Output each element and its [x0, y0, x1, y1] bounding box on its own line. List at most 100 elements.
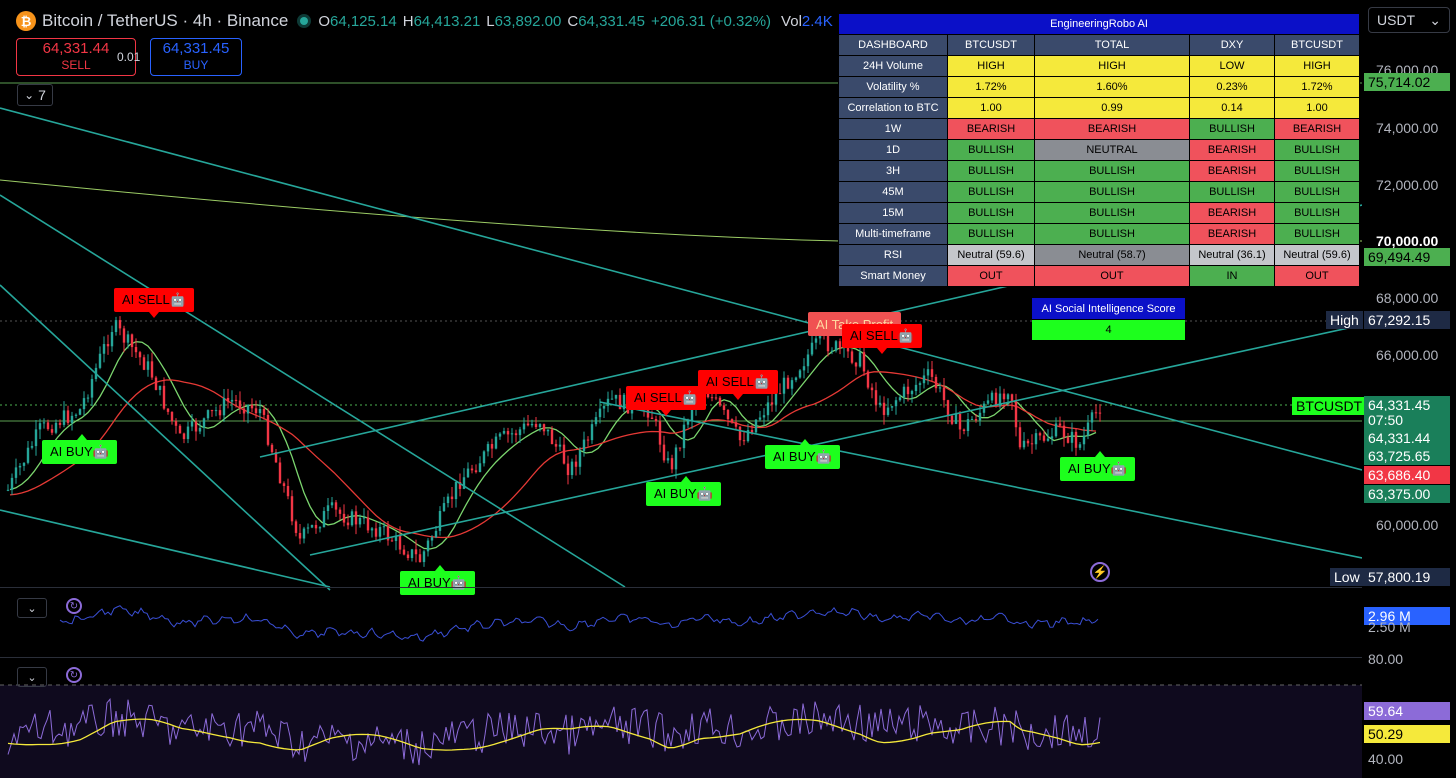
ai-buy-signal[interactable]: AI BUY🤖: [400, 571, 475, 595]
candle-body: [1078, 444, 1082, 448]
candle-body: [678, 447, 682, 449]
candle-body: [586, 439, 590, 441]
dashboard-row: Correlation to BTC 1.00 0.99 0.14 1.00: [838, 97, 1360, 119]
candle-body: [850, 351, 854, 363]
price-tick-label: 60,000.00: [1376, 517, 1439, 533]
candle-body: [22, 462, 26, 466]
candle-body: [578, 450, 582, 467]
dashboard-row: 24H Volume HIGH HIGH LOW HIGH: [838, 55, 1360, 77]
signal-pointer-icon: [877, 348, 887, 354]
dashboard-cell: BULLISH: [947, 181, 1035, 203]
candle-body: [926, 369, 930, 376]
dashboard-row: RSI Neutral (59.6) Neutral (58.7) Neutral (…: [838, 244, 1360, 266]
candle-body: [410, 549, 414, 558]
dashboard-cell: HIGH: [1034, 55, 1190, 77]
candle-body: [666, 458, 670, 461]
dashboard-cell: 1.00: [1274, 97, 1360, 119]
candle-body: [1010, 394, 1014, 402]
ai-sell-signal[interactable]: AI SELL🤖: [698, 370, 778, 394]
high-price-label: 67,292.15: [1364, 311, 1450, 329]
dashboard-header-cell: BTCUSDT: [947, 34, 1035, 56]
candle-body: [166, 408, 170, 412]
dashboard-row: 3H BULLISH BULLISH BEARISH BULLISH: [838, 160, 1360, 182]
candle-body: [150, 361, 154, 378]
candle-body: [602, 405, 606, 409]
candle-body: [754, 419, 758, 433]
dashboard-cell: OUT: [1034, 265, 1190, 287]
candle-body: [582, 439, 586, 451]
dashboard-row-label: 3H: [838, 160, 948, 182]
candle-body: [814, 338, 818, 343]
candle-body: [442, 503, 446, 512]
candle-body: [958, 413, 962, 430]
candle-body: [614, 394, 618, 399]
trendline: [0, 284, 331, 591]
candle-body: [242, 408, 246, 414]
ai-buy-signal[interactable]: AI BUY🤖: [42, 440, 117, 464]
dashboard-cell: LOW: [1189, 55, 1275, 77]
pane-divider[interactable]: [0, 657, 1362, 658]
dashboard-row: Smart Money OUT OUT IN OUT: [838, 265, 1360, 287]
candle-body: [370, 528, 374, 531]
candle-body: [734, 422, 738, 427]
trendline: [309, 324, 1362, 556]
symbol-tag: BTCUSDT: [1292, 397, 1367, 415]
pane-divider[interactable]: [0, 587, 1362, 588]
candle-body: [890, 406, 894, 408]
ai-buy-signal[interactable]: AI BUY🤖: [646, 482, 721, 506]
chevron-down-icon: ⌄: [1429, 11, 1441, 28]
candle-body: [1034, 433, 1038, 445]
ai-sell-signal[interactable]: AI SELL🤖: [114, 288, 194, 312]
chevron-down-icon: ⌄: [27, 671, 37, 684]
ai-sell-signal[interactable]: AI SELL🤖: [842, 324, 922, 348]
dashboard-cell: BULLISH: [947, 202, 1035, 224]
dashboard-cell: Neutral (59.6): [947, 244, 1035, 266]
lightning-icon[interactable]: ⚡: [1090, 562, 1110, 582]
candle-body: [10, 477, 14, 490]
refresh-icon[interactable]: ↻: [66, 598, 82, 614]
rsi-ma-value-label: 50.29: [1364, 725, 1450, 743]
candle-body: [170, 411, 174, 422]
candle-body: [26, 447, 30, 463]
candle-body: [14, 467, 18, 478]
candle-body: [930, 369, 934, 377]
candle-body: [230, 399, 234, 402]
candle-body: [390, 540, 394, 542]
candle-body: [794, 377, 798, 381]
rsi-pane-toggle[interactable]: ⌄: [17, 667, 47, 687]
dashboard-row-label: 45M: [838, 181, 948, 203]
candle-body: [526, 423, 530, 426]
dashboard-cell: BULLISH: [1274, 160, 1360, 182]
currency-select[interactable]: USDT ⌄: [1368, 7, 1450, 33]
candle-body: [1074, 431, 1078, 448]
candle-body: [986, 400, 990, 404]
dashboard-title: EngineeringRobo AI: [838, 13, 1360, 35]
ai-buy-signal[interactable]: AI BUY🤖: [765, 445, 840, 469]
volume-pane-toggle[interactable]: ⌄: [17, 598, 47, 618]
trendline: [0, 509, 331, 588]
candle-body: [554, 444, 558, 447]
ma-mid-price-label: 69,494.49: [1364, 248, 1450, 266]
candle-body: [942, 387, 946, 401]
candle-body: [146, 361, 150, 370]
refresh-icon[interactable]: ↻: [66, 667, 82, 683]
candle-body: [50, 429, 54, 433]
volume-line: [59, 605, 1099, 642]
candle-body: [866, 371, 870, 388]
candle-body: [54, 422, 58, 433]
dashboard-row-label: Smart Money: [838, 265, 948, 287]
candle-body: [362, 517, 366, 519]
candle-body: [454, 482, 458, 500]
dashboard-row-label: Multi-timeframe: [838, 223, 948, 245]
candle-body: [1094, 412, 1098, 414]
ai-buy-signal[interactable]: AI BUY🤖: [1060, 457, 1135, 481]
candle-body: [182, 433, 186, 440]
candle-body: [470, 468, 474, 471]
dashboard-row-label: 1W: [838, 118, 948, 140]
candle-body: [494, 436, 498, 449]
dashboard-cell: 1.72%: [1274, 76, 1360, 98]
candle-body: [290, 496, 294, 522]
candle-body: [250, 404, 254, 409]
ai-sell-signal[interactable]: AI SELL🤖: [626, 386, 706, 410]
dashboard-cell: BULLISH: [947, 139, 1035, 161]
